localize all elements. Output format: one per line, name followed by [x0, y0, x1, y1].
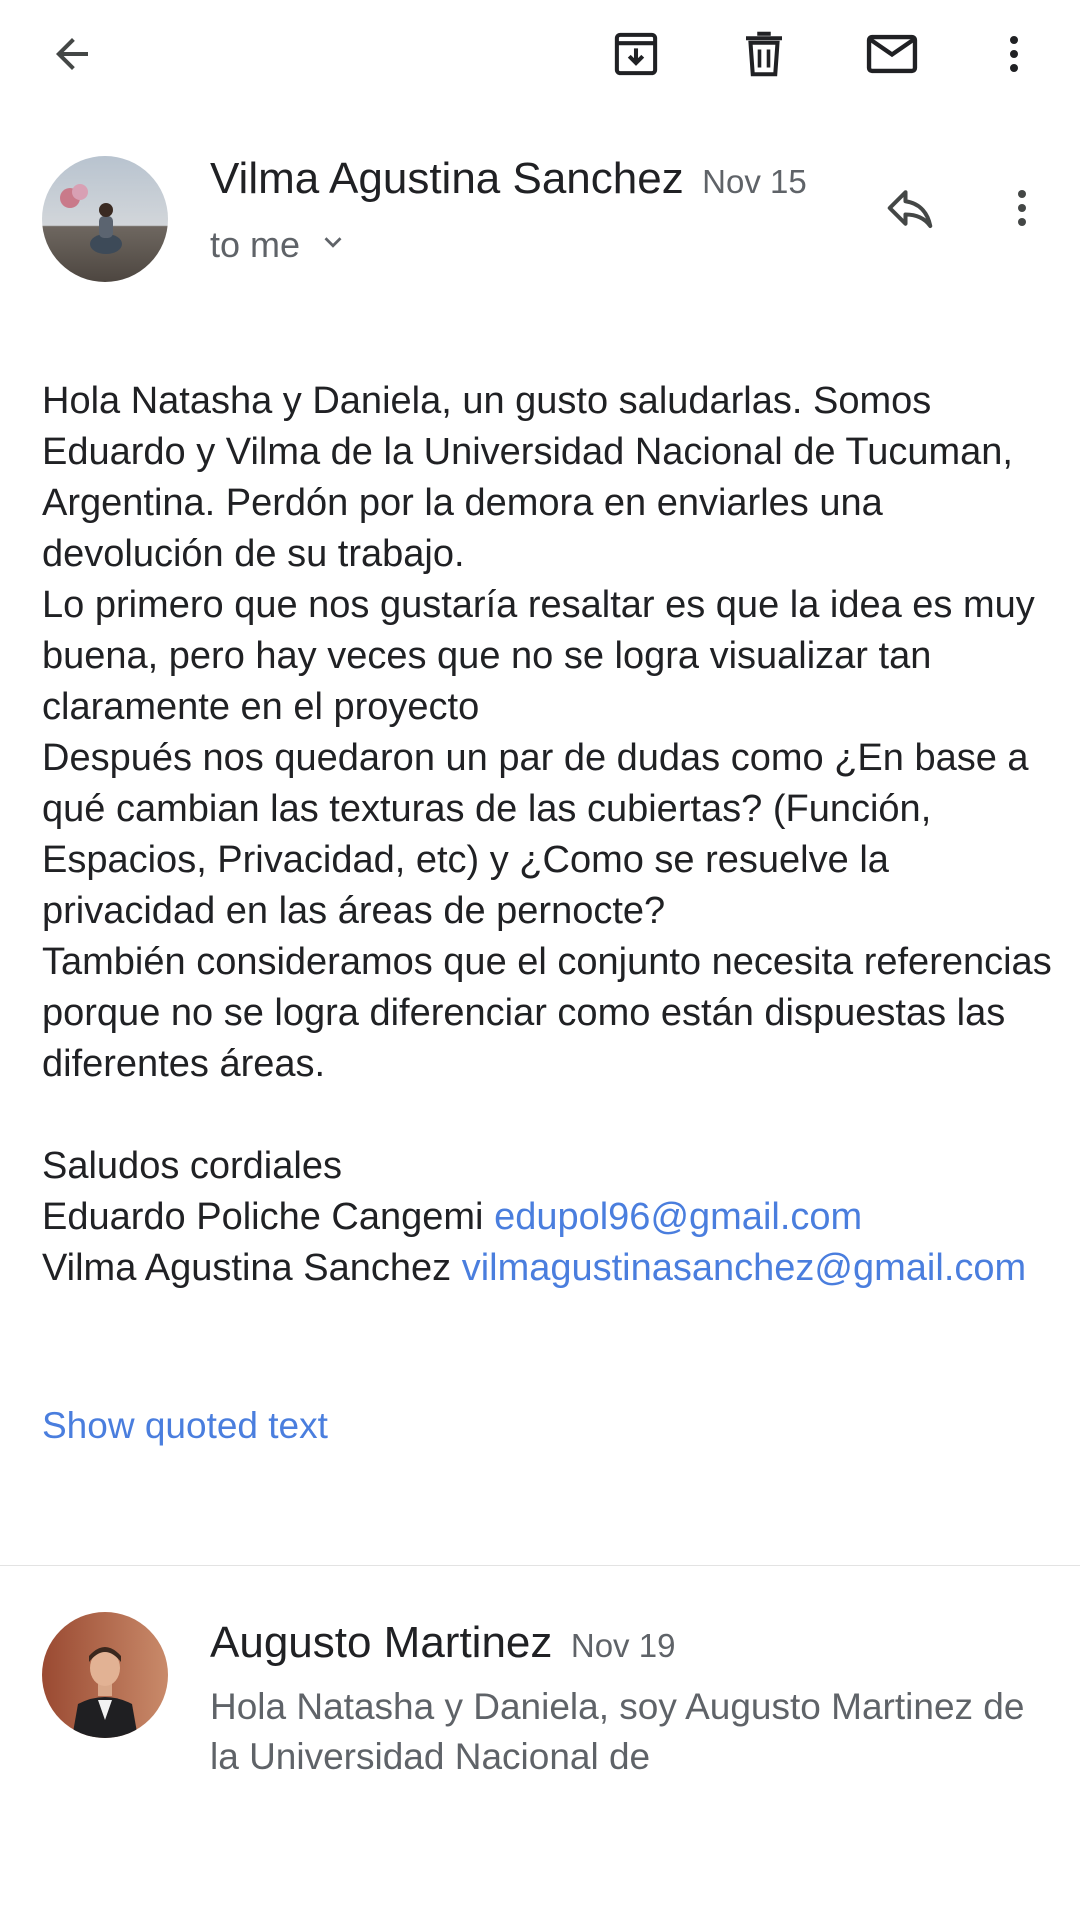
reply-icon: [883, 181, 937, 240]
body-paragraph: Lo primero que nos gustaría resaltar es …: [42, 584, 1035, 728]
archive-icon: [609, 27, 663, 81]
body-paragraph: También consideramos que el conjunto nec…: [42, 941, 1052, 1085]
sender-name: Augusto Martinez: [210, 1618, 553, 1667]
message-date: Nov 19: [570, 1627, 676, 1664]
avatar[interactable]: [42, 156, 168, 282]
signature-line: Vilma Agustina Sanchez vilmagustinasanch…: [42, 1243, 1052, 1294]
top-app-bar: [0, 0, 1080, 110]
trash-icon: [737, 27, 791, 81]
back-button[interactable]: [32, 14, 112, 94]
email-link[interactable]: edupol96@gmail.com: [494, 1196, 862, 1238]
arrow-back-icon: [48, 30, 96, 78]
delete-button[interactable]: [724, 14, 804, 94]
mail-icon: [863, 25, 921, 83]
message-header: Vilma Agustina Sanchez Nov 15 to me: [0, 140, 1080, 290]
signature-name: Eduardo Poliche Cangemi: [42, 1196, 484, 1238]
collapsed-message[interactable]: Augusto Martinez Nov 19 Hola Natasha y D…: [0, 1600, 1080, 1800]
message-more-button[interactable]: [982, 170, 1062, 250]
body-paragraph: Hola Natasha y Daniela, un gusto saludar…: [42, 380, 1013, 575]
message-snippet: Hola Natasha y Daniela, soy Augusto Mart…: [210, 1686, 1025, 1777]
signature-line: Eduardo Poliche Cangemi edupol96@gmail.c…: [42, 1192, 1052, 1243]
message-divider: [0, 1565, 1080, 1566]
archive-button[interactable]: [596, 14, 676, 94]
body-paragraph: Después nos quedaron un par de dudas com…: [42, 737, 1029, 932]
recipient-label: to me: [210, 224, 301, 265]
show-quoted-text-link[interactable]: Show quoted text: [42, 1405, 328, 1447]
mark-unread-button[interactable]: [852, 14, 932, 94]
more-options-button[interactable]: [974, 14, 1054, 94]
recipient-details-toggle[interactable]: to me: [210, 224, 348, 266]
sender-line: Augusto Martinez Nov 19: [210, 1618, 675, 1668]
more-vert-icon: [990, 30, 1038, 78]
sender-name: Vilma Agustina Sanchez: [210, 154, 684, 203]
closing-line: Saludos cordiales: [42, 1145, 342, 1187]
message-date: Nov 15: [702, 163, 807, 200]
chevron-down-icon: [318, 224, 348, 266]
reply-button[interactable]: [870, 170, 950, 250]
email-link[interactable]: vilmagustinasanchez@gmail.com: [462, 1247, 1026, 1289]
sender-line: Vilma Agustina Sanchez Nov 15: [210, 154, 807, 204]
more-vert-icon: [998, 184, 1046, 237]
signature-name: Vilma Agustina Sanchez: [42, 1247, 452, 1289]
avatar: [42, 1612, 168, 1738]
message-body: Hola Natasha y Daniela, un gusto saludar…: [42, 376, 1052, 1294]
